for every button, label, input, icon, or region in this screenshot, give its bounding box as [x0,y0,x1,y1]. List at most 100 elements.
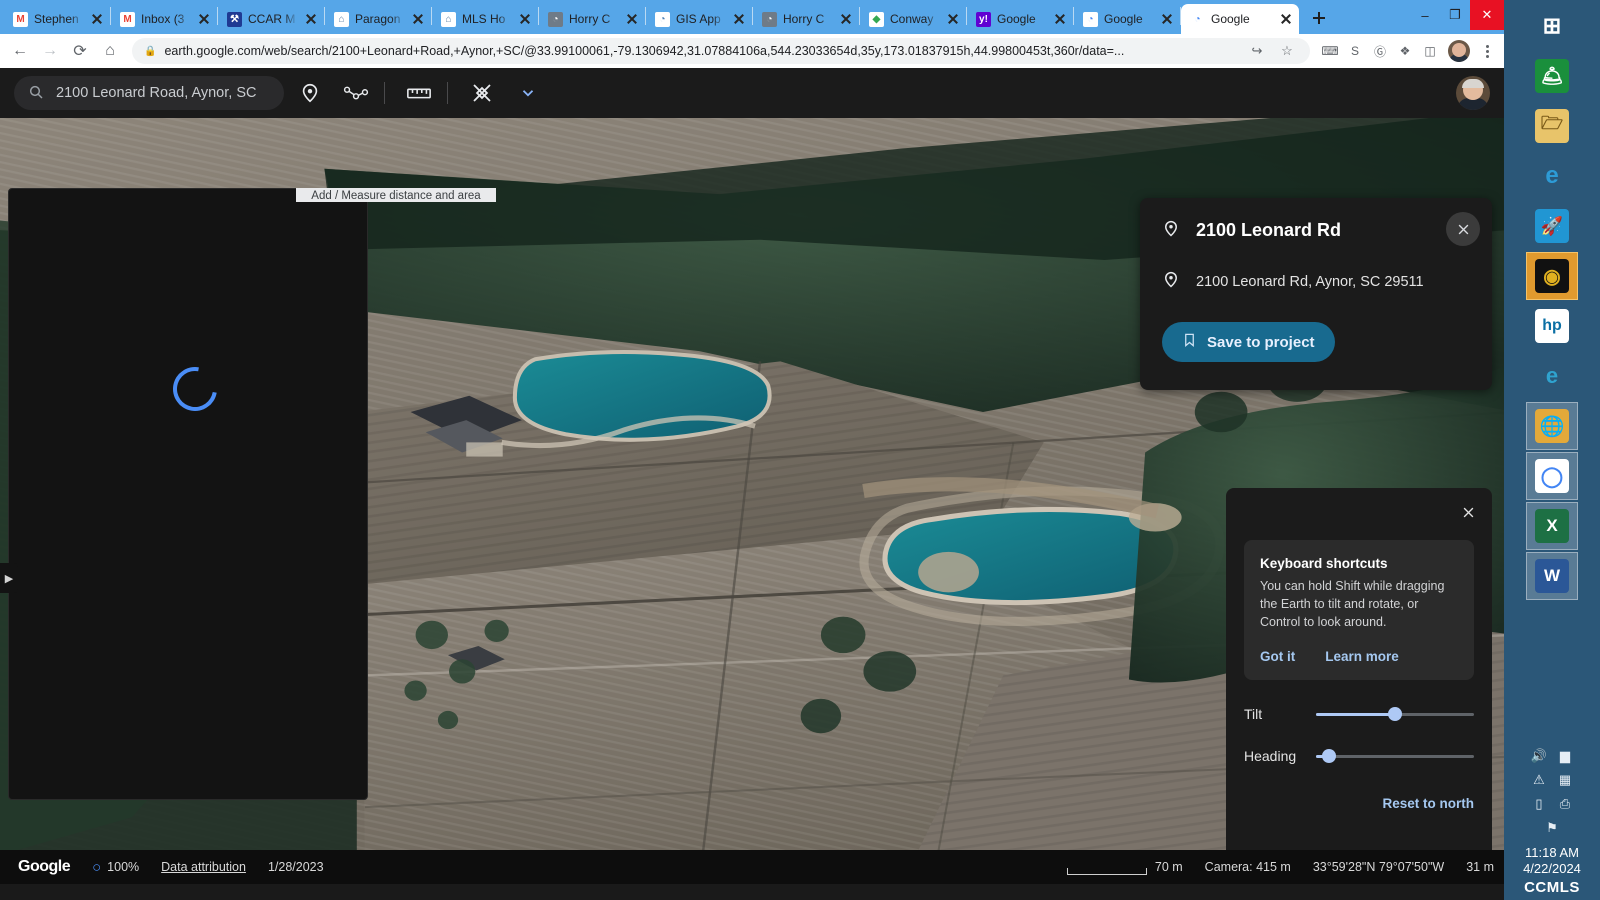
minimize-button[interactable]: – [1410,0,1440,30]
microsoft-word-icon[interactable]: W [1526,552,1578,600]
close-tab-button[interactable] [197,12,211,26]
cd-media-icon[interactable]: ◉ [1526,252,1578,300]
excel-tray-icon[interactable]: ▦ [1555,771,1575,789]
heading-slider-knob[interactable] [1322,749,1336,763]
path-draw-icon[interactable] [336,73,376,113]
close-tab-button[interactable] [839,12,853,26]
earth-profile-avatar[interactable] [1456,76,1490,110]
data-attribution-link[interactable]: Data attribution [161,860,246,874]
volume-icon[interactable]: 🔊 [1529,747,1549,765]
microsoft-edge-icon[interactable]: e [1526,352,1578,400]
battery-icon[interactable]: ▯ [1529,795,1549,813]
google-chrome-icon[interactable]: ◯ [1526,452,1578,500]
sidepanel-icon[interactable]: ◫ [1418,39,1442,63]
close-info-card-button[interactable] [1446,212,1480,246]
place-address: 2100 Leonard Rd, Aynor, SC 29511 [1196,274,1424,290]
browser-tab[interactable]: ◔Horry C [539,4,645,34]
learn-more-link[interactable]: Learn more [1325,649,1399,664]
microsoft-excel-icon-glyph: X [1535,509,1569,543]
gmail-icon: M [120,12,135,27]
script-s-icon[interactable]: S [1343,39,1367,63]
styles-icon[interactable] [462,73,502,113]
shield-icon[interactable]: Ⓖ [1368,39,1392,63]
share-icon[interactable]: ↪ [1246,40,1268,62]
browser-tab[interactable]: ◔Google [1074,4,1180,34]
browser-tab[interactable]: ⌂MLS Ho [432,4,538,34]
keyboard-shortcuts-body: You can hold Shift while dragging the Ea… [1260,578,1458,631]
bookmark-star-icon[interactable]: ☆ [1276,40,1298,62]
tilt-slider[interactable] [1316,713,1474,716]
forward-button[interactable]: → [36,37,64,65]
chevron-down-icon[interactable] [508,73,548,113]
home-button[interactable]: ⌂ [96,37,124,65]
close-tab-button[interactable] [732,12,746,26]
browser-tab[interactable]: ⌂Paragon [325,4,431,34]
windows-start-icon[interactable]: ⊞ [1526,2,1578,50]
lock-icon: 🔒 [144,46,156,57]
close-tab-button[interactable] [518,12,532,26]
close-tab-button[interactable] [304,12,318,26]
internet-explorer-icon[interactable]: e [1526,152,1578,200]
file-explorer-icon[interactable]: 🗁 [1526,102,1578,150]
browser-tab[interactable]: ⚒CCAR M [218,4,324,34]
browser-tab[interactable]: ◔Horry C [753,4,859,34]
scale-label: 70 m [1155,860,1183,874]
network-signal-icon[interactable]: ▆ [1555,747,1575,765]
network-warning-icon[interactable]: ⚠ [1529,771,1549,789]
paragon-icon: ⌂ [334,12,349,27]
close-tab-button[interactable] [625,12,639,26]
close-tab-button[interactable] [946,12,960,26]
place-marker-icon[interactable] [290,73,330,113]
gmail-icon: M [13,12,28,27]
browser-tab[interactable]: y!Google [967,4,1073,34]
close-tab-button[interactable] [411,12,425,26]
browser-tab[interactable]: ◔GIS App [646,4,752,34]
tilt-slider-knob[interactable] [1388,707,1402,721]
measure-ruler-icon[interactable] [399,73,439,113]
close-tab-button[interactable] [90,12,104,26]
panel-expand-handle[interactable]: ▶ [0,563,18,593]
browser-tab[interactable]: ◔ Google [1181,4,1299,34]
globe-app-icon-glyph: 🌐 [1535,409,1569,443]
profile-avatar[interactable] [1448,40,1470,62]
back-button[interactable]: ← [6,37,34,65]
rocket-launcher-icon[interactable]: 🚀 [1526,202,1578,250]
address-bar[interactable]: 🔒 earth.google.com/web/search/2100+Leona… [132,38,1310,64]
new-tab-button[interactable] [1305,4,1333,32]
tab-label: Google [997,12,1047,26]
hp-support-icon[interactable]: hp [1526,302,1578,350]
devtools-icon[interactable]: ⌨ [1318,39,1342,63]
browser-tab[interactable]: MStephen [4,4,110,34]
kebab-menu-icon[interactable] [1476,40,1498,62]
browser-tab[interactable]: M Inbox (3 [111,4,217,34]
puzzle-extension-icon[interactable]: ❖ [1393,39,1417,63]
taskbar-clock[interactable]: 11:18 AM 4/22/2024 [1504,845,1600,878]
search-input[interactable]: 2100 Leonard Road, Aynor, SC [14,76,284,110]
tab-label: Google [1211,12,1273,26]
earth-icon: ◔ [1190,12,1205,27]
globe-app-icon[interactable]: 🌐 [1526,402,1578,450]
close-navigation-panel-button[interactable] [1456,500,1480,524]
maximize-button[interactable]: ❐ [1440,0,1470,30]
flag-error-icon[interactable]: ⚑ [1542,819,1562,837]
close-tab-button[interactable] [1053,12,1067,26]
reset-to-north-button[interactable]: Reset to north [1244,796,1474,811]
printer-icon[interactable]: ⎙ [1555,795,1575,813]
microsoft-store-icon[interactable]: 🛎 [1526,52,1578,100]
heading-slider[interactable] [1316,755,1474,758]
browser-tab[interactable]: ◆Conway [860,4,966,34]
close-tab-button[interactable] [1279,12,1293,26]
tab-label: Horry C [569,12,619,26]
map-pin-icon [1162,269,1180,294]
reload-button[interactable]: ⟳ [66,37,94,65]
tilt-slider-fill [1316,713,1395,716]
save-to-project-button[interactable]: Save to project [1162,322,1335,362]
search-icon [28,84,44,103]
close-tab-button[interactable] [1160,12,1174,26]
got-it-button[interactable]: Got it [1260,649,1295,664]
close-window-button[interactable]: ✕ [1470,0,1504,30]
left-side-panel[interactable] [8,188,368,800]
microsoft-excel-icon[interactable]: X [1526,502,1578,550]
ccmls-watermark: CCMLS [1504,879,1600,896]
tab-label: Inbox (3 [141,12,191,26]
